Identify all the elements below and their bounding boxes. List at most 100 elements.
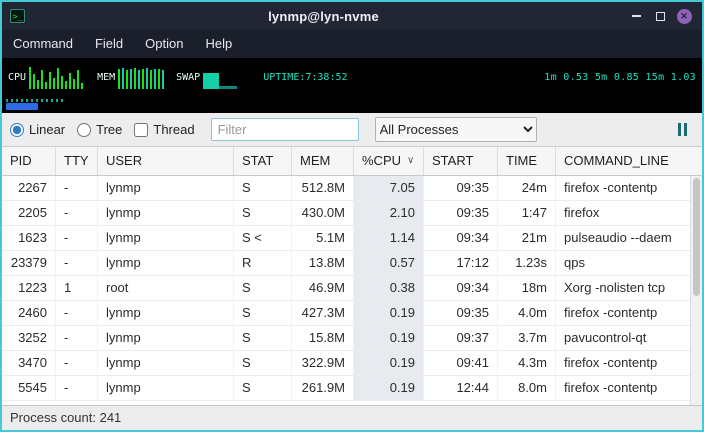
- linear-radio-label[interactable]: Linear: [10, 122, 65, 137]
- app-window: >_ lynmp@lyn-nvme ✕ Command Field Option…: [0, 0, 704, 432]
- time-cell: 8.0m: [498, 376, 556, 400]
- cpu-header-label: %CPU: [362, 147, 401, 175]
- column-header-start[interactable]: START: [424, 147, 498, 175]
- restore-button[interactable]: [650, 7, 670, 25]
- mem-cell: 13.8M: [292, 251, 354, 275]
- stat-cell: S: [234, 276, 292, 300]
- table-row[interactable]: 2460 - lynmp S 427.3M 0.19 09:35 4.0m fi…: [2, 301, 702, 326]
- time-cell: 4.0m: [498, 301, 556, 325]
- column-header-tty[interactable]: TTY: [56, 147, 98, 175]
- stat-cell: S: [234, 176, 292, 200]
- command-cell: firefox -contentp: [556, 351, 702, 375]
- scrollbar-thumb[interactable]: [693, 178, 700, 296]
- sort-descending-icon: ∨: [407, 147, 414, 175]
- tty-cell: -: [56, 351, 98, 375]
- user-cell: lynmp: [98, 201, 234, 225]
- cpu-cell: 0.19: [354, 326, 424, 350]
- pid-cell: 23379: [2, 251, 56, 275]
- table-row[interactable]: 5545 - lynmp S 261.9M 0.19 12:44 8.0m fi…: [2, 376, 702, 401]
- menu-item-help[interactable]: Help: [194, 30, 243, 58]
- menu-item-option[interactable]: Option: [134, 30, 194, 58]
- system-monitor-strip: CPU MEM SWAP UPTIME:7:38:52 1m 0.53 5m 0…: [2, 58, 702, 96]
- time-cell: 18m: [498, 276, 556, 300]
- time-cell: 21m: [498, 226, 556, 250]
- thread-checkbox[interactable]: [134, 123, 148, 137]
- table-header: PID TTY USER STAT MEM %CPU ∨ START TIME …: [2, 147, 702, 176]
- tty-cell: -: [56, 176, 98, 200]
- time-cell: 3.7m: [498, 326, 556, 350]
- thread-label-text: Thread: [153, 122, 194, 137]
- filter-input[interactable]: [211, 118, 359, 141]
- linear-radio[interactable]: [10, 123, 24, 137]
- table-row[interactable]: 1623 - lynmp S < 5.1M 1.14 09:34 21m pul…: [2, 226, 702, 251]
- command-cell: firefox -contentp: [556, 376, 702, 400]
- cpu-graph: [29, 65, 87, 89]
- load-average-value: 1m 0.53 5m 0.85 15m 1.03: [544, 72, 696, 83]
- swap-graph: [203, 65, 237, 89]
- thread-checkbox-label[interactable]: Thread: [134, 122, 194, 137]
- stat-cell: R: [234, 251, 292, 275]
- menubar: Command Field Option Help: [2, 30, 702, 58]
- minimize-button[interactable]: [626, 7, 646, 25]
- pid-cell: 2205: [2, 201, 56, 225]
- column-header-mem[interactable]: MEM: [292, 147, 354, 175]
- stat-cell: S <: [234, 226, 292, 250]
- command-cell: firefox -contentp: [556, 301, 702, 325]
- table-row[interactable]: 2205 - lynmp S 430.0M 2.10 09:35 1:47 fi…: [2, 201, 702, 226]
- restore-icon: [656, 12, 665, 21]
- pid-cell: 5545: [2, 376, 56, 400]
- user-cell: lynmp: [98, 251, 234, 275]
- pause-button[interactable]: [675, 120, 690, 139]
- titlebar: >_ lynmp@lyn-nvme ✕: [2, 2, 702, 30]
- time-cell: 1.23s: [498, 251, 556, 275]
- menu-item-field[interactable]: Field: [84, 30, 134, 58]
- tty-cell: -: [56, 376, 98, 400]
- column-header-cpu[interactable]: %CPU ∨: [354, 147, 424, 175]
- mem-cell: 15.8M: [292, 326, 354, 350]
- start-cell: 09:35: [424, 301, 498, 325]
- start-cell: 09:34: [424, 276, 498, 300]
- load-graph-strip: [2, 96, 702, 113]
- start-cell: 09:35: [424, 201, 498, 225]
- cpu-cell: 0.57: [354, 251, 424, 275]
- tree-radio-label[interactable]: Tree: [77, 122, 122, 137]
- column-header-stat[interactable]: STAT: [234, 147, 292, 175]
- cpu-cell: 0.19: [354, 351, 424, 375]
- pid-cell: 3252: [2, 326, 56, 350]
- minimize-icon: [632, 15, 641, 17]
- mem-cell: 46.9M: [292, 276, 354, 300]
- pause-icon: [678, 123, 681, 136]
- table-row[interactable]: 2267 - lynmp S 512.8M 7.05 09:35 24m fir…: [2, 176, 702, 201]
- close-icon: ✕: [677, 9, 692, 24]
- window-title: lynmp@lyn-nvme: [25, 9, 622, 24]
- column-header-pid[interactable]: PID: [2, 147, 56, 175]
- table-row[interactable]: 1223 1 root S 46.9M 0.38 09:34 18m Xorg …: [2, 276, 702, 301]
- vertical-scrollbar[interactable]: [690, 176, 702, 405]
- menu-item-command[interactable]: Command: [2, 30, 84, 58]
- uptime-value: UPTIME:7:38:52: [263, 72, 347, 83]
- swap-label: SWAP: [176, 72, 200, 83]
- start-cell: 09:41: [424, 351, 498, 375]
- close-button[interactable]: ✕: [674, 7, 694, 25]
- user-cell: lynmp: [98, 176, 234, 200]
- table-row[interactable]: 23379 - lynmp R 13.8M 0.57 17:12 1.23s q…: [2, 251, 702, 276]
- mem-cell: 261.9M: [292, 376, 354, 400]
- cpu-cell: 7.05: [354, 176, 424, 200]
- table-row[interactable]: 3470 - lynmp S 322.9M 0.19 09:41 4.3m fi…: [2, 351, 702, 376]
- pid-cell: 1223: [2, 276, 56, 300]
- pid-cell: 1623: [2, 226, 56, 250]
- command-cell: firefox: [556, 201, 702, 225]
- graph-ticks: [6, 99, 64, 102]
- tty-cell: -: [56, 201, 98, 225]
- process-filter-select[interactable]: All Processes: [375, 117, 537, 142]
- mem-label: MEM: [97, 72, 115, 83]
- table-row[interactable]: 3252 - lynmp S 15.8M 0.19 09:37 3.7m pav…: [2, 326, 702, 351]
- terminal-app-icon: >_: [10, 9, 25, 23]
- column-header-user[interactable]: USER: [98, 147, 234, 175]
- command-cell: qps: [556, 251, 702, 275]
- column-header-time[interactable]: TIME: [498, 147, 556, 175]
- tty-cell: 1: [56, 276, 98, 300]
- tree-radio[interactable]: [77, 123, 91, 137]
- start-cell: 09:34: [424, 226, 498, 250]
- column-header-command-line[interactable]: COMMAND_LINE: [556, 147, 702, 175]
